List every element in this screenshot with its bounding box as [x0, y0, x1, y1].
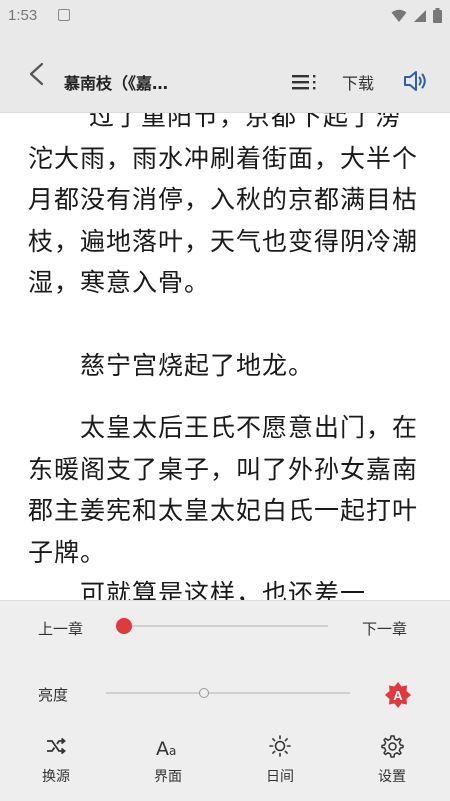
change-source-button[interactable]: 换源	[26, 734, 86, 786]
day-mode-button[interactable]: 日间	[250, 734, 310, 786]
table-of-contents-icon[interactable]	[292, 72, 318, 92]
auto-brightness-icon[interactable]: A	[384, 681, 412, 709]
book-title: 慕南枝（《嘉…	[64, 74, 169, 93]
interface-label: 界面	[154, 769, 182, 785]
download-button[interactable]: 下载	[342, 70, 374, 94]
paragraph: 慈宁宫烧起了地龙。	[28, 351, 315, 380]
read-aloud-icon[interactable]	[402, 68, 428, 94]
brightness-slider[interactable]	[106, 688, 350, 698]
interface-button[interactable]: A a 界面	[138, 734, 198, 786]
reading-content[interactable]: 过了重阳节，京都下起了滂沱大雨，雨水冲刷着街面，大半个月都没有消停，入秋的京都满…	[0, 113, 450, 600]
sun-icon	[269, 735, 291, 757]
next-chapter-button[interactable]: 下一章	[362, 618, 407, 639]
svg-text:A: A	[156, 738, 169, 758]
battery-icon	[433, 8, 442, 23]
status-icons	[391, 8, 442, 23]
signal-icon	[414, 9, 426, 22]
chapter-progress-thumb[interactable]	[116, 618, 132, 634]
reader-control-panel: 上一章 下一章 亮度 A 换源 A a 界面 日间 设置	[0, 600, 450, 801]
gear-icon	[381, 735, 404, 758]
prev-chapter-button[interactable]: 上一章	[38, 618, 83, 639]
paragraph: 可就算是这样，也还差一	[28, 579, 367, 600]
wifi-icon	[391, 9, 407, 22]
back-arrow-icon[interactable]	[26, 62, 50, 86]
brightness-thumb[interactable]	[198, 688, 209, 698]
status-time: 1:53	[8, 7, 38, 24]
svg-text:a: a	[169, 744, 176, 758]
change-source-label: 换源	[42, 769, 70, 785]
shuffle-icon	[47, 737, 66, 755]
paragraph: 太皇太后王氏不愿意出门，在东暖阁支了桌子，叫了外孙女嘉南郡主姜宪和太皇太妃白氏一…	[28, 413, 419, 567]
font-icon: A a	[156, 738, 176, 758]
notification-icon	[58, 9, 70, 21]
status-bar: 1:53	[0, 0, 450, 32]
brightness-label: 亮度	[38, 686, 69, 704]
paragraph: 过了重阳节，京都下起了滂沱大雨，雨水冲刷着街面，大半个月都没有消停，入秋的京都满…	[28, 113, 419, 297]
settings-button[interactable]: 设置	[362, 734, 422, 786]
svg-text:A: A	[393, 688, 403, 703]
settings-label: 设置	[378, 769, 406, 785]
reader-top-bar: 慕南枝（《嘉… 下载	[0, 32, 450, 113]
day-mode-label: 日间	[266, 769, 294, 785]
chapter-progress-slider[interactable]	[116, 618, 328, 634]
